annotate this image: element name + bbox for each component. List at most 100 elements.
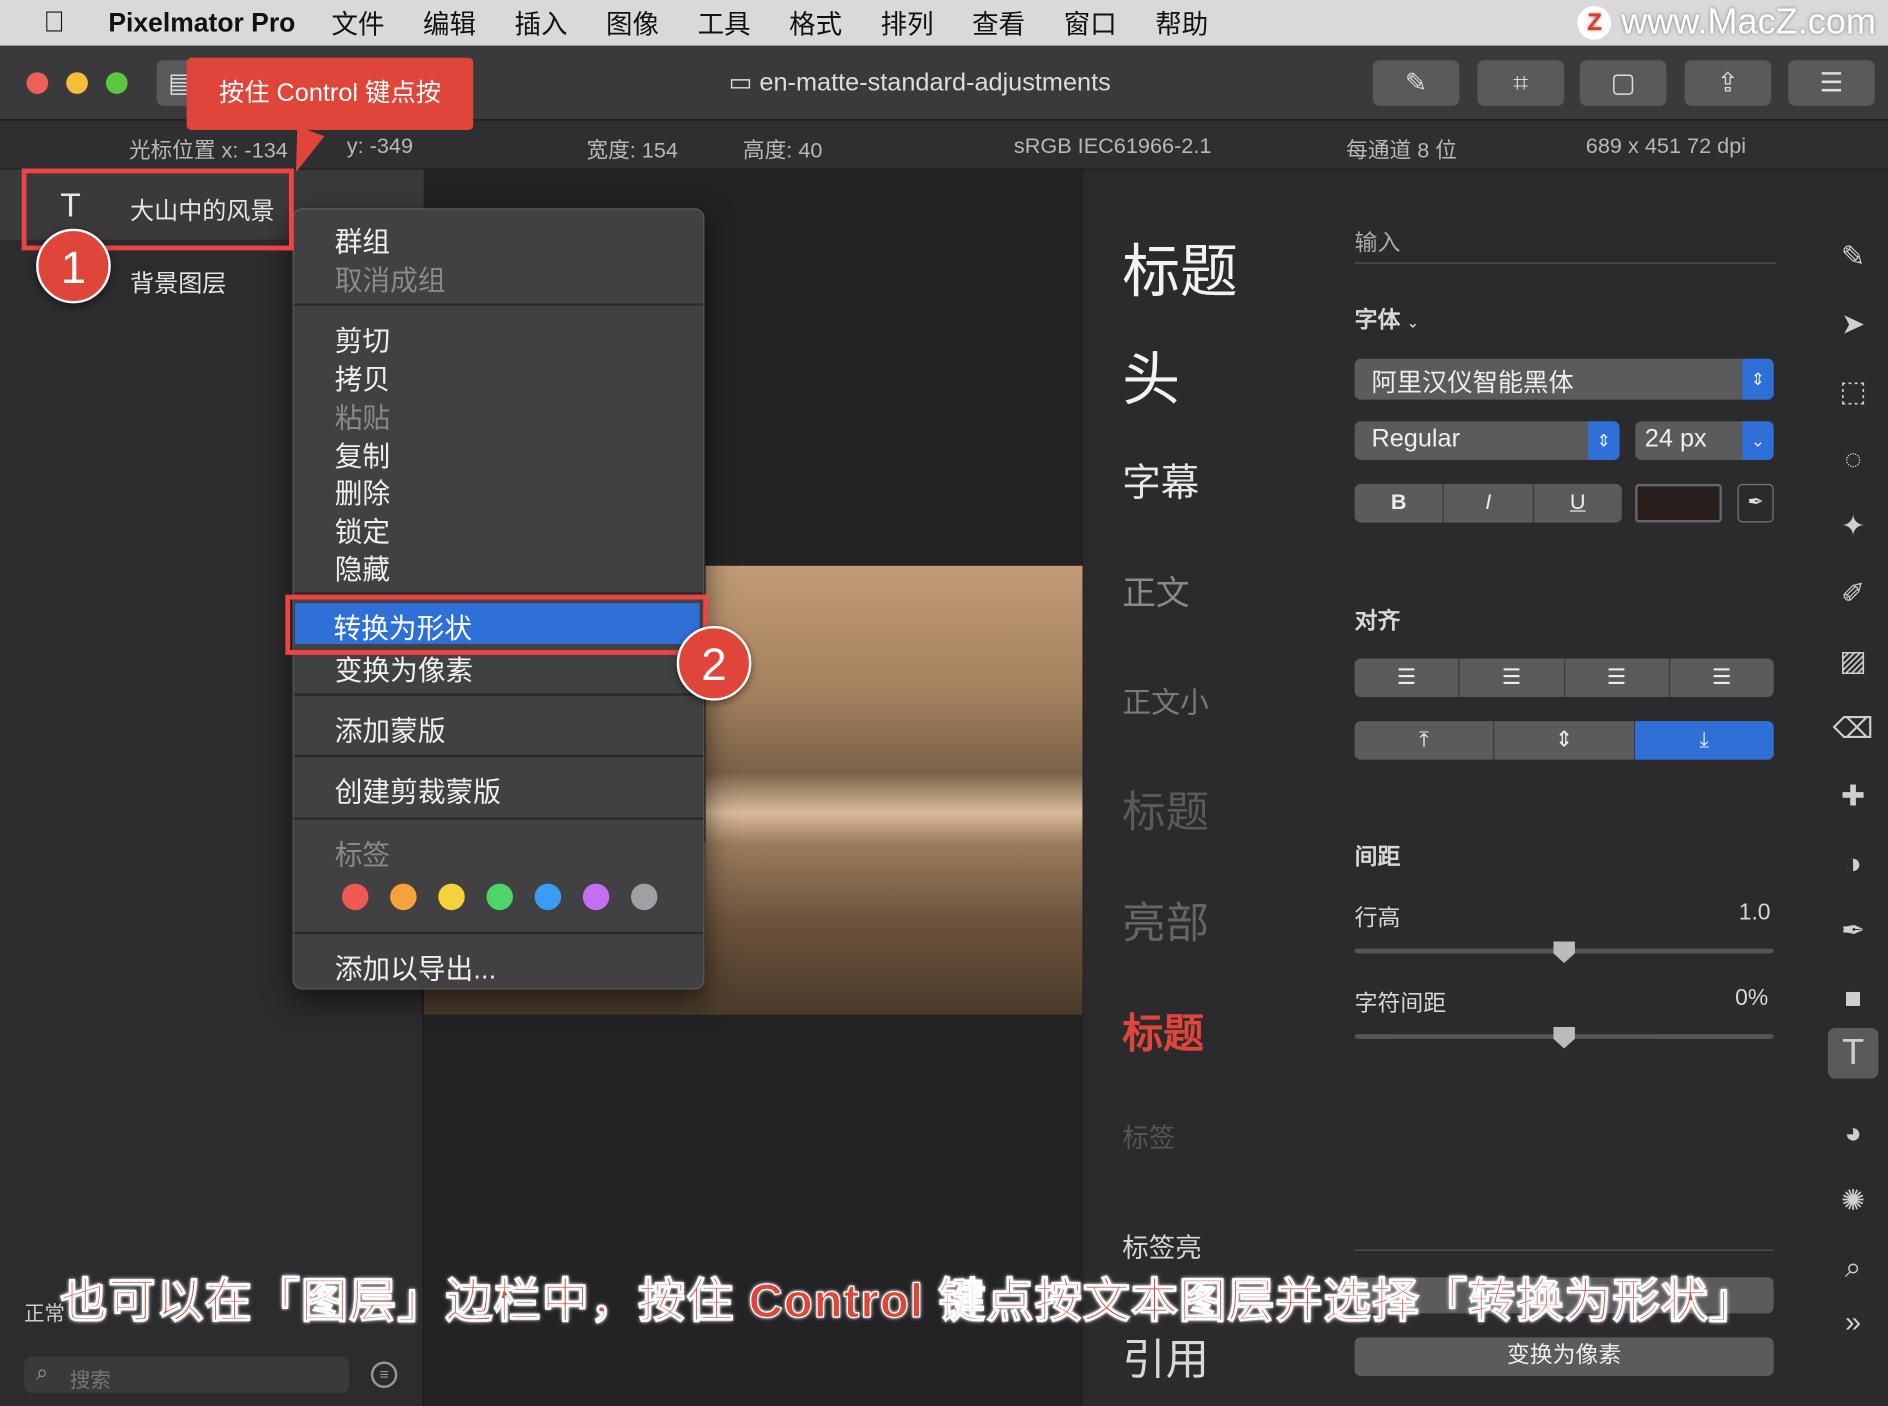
zoom-button[interactable] — [105, 72, 128, 94]
shape-icon[interactable]: ■ — [1828, 974, 1879, 1025]
style-label-light[interactable]: 标签亮 — [1122, 1227, 1201, 1266]
crop-button[interactable]: ⌗ — [1477, 60, 1565, 106]
zoom-icon[interactable]: ⌕ — [1828, 1244, 1879, 1295]
menu-file[interactable]: 文件 — [331, 4, 384, 43]
sliders-icon: ☰ — [1819, 67, 1844, 98]
menu-image[interactable]: 图像 — [606, 4, 659, 43]
watermark-text: www.MacZ.com — [1621, 2, 1876, 43]
menu-item-copy[interactable]: 拷贝 — [335, 356, 390, 397]
style-quote[interactable]: 引用 — [1122, 1325, 1209, 1388]
menu-item-cut[interactable]: 剪切 — [335, 318, 390, 359]
app-menu[interactable]: Pixelmator Pro — [108, 7, 295, 38]
line-height-slider-knob[interactable] — [1553, 941, 1575, 964]
rect-select-icon[interactable]: ⬚ — [1828, 367, 1879, 418]
menu-item-lock[interactable]: 锁定 — [335, 509, 390, 550]
eraser-icon[interactable]: ⌫ — [1828, 704, 1879, 755]
align-center-icon[interactable]: ☰ — [1460, 658, 1565, 698]
layer-width: 宽度: 154 — [586, 138, 678, 163]
menu-item-clipping-mask[interactable]: 创建剪裁蒙版 — [335, 769, 501, 810]
convert-to-pixels-button[interactable]: 变换为像素 — [1354, 1337, 1774, 1376]
distort-icon[interactable]: ✺ — [1828, 1176, 1879, 1227]
quick-select-icon[interactable]: ✦ — [1828, 502, 1879, 553]
close-button[interactable] — [26, 72, 49, 94]
style-brush-icon[interactable]: ✎ — [1828, 232, 1879, 283]
menu-arrange[interactable]: 排列 — [881, 4, 934, 43]
tag-orange[interactable] — [390, 883, 417, 911]
tag-red[interactable] — [341, 883, 369, 911]
menu-separator — [293, 693, 704, 696]
style-highlight[interactable]: 亮部 — [1122, 888, 1209, 951]
cursor-x: 光标位置 x: -134 — [128, 138, 288, 163]
tag-yellow[interactable] — [438, 883, 465, 911]
menu-format[interactable]: 格式 — [789, 4, 842, 43]
arrange-pointer-icon[interactable]: ➤ — [1828, 300, 1879, 351]
repair-icon[interactable]: ✚ — [1828, 772, 1879, 823]
menu-view[interactable]: 查看 — [972, 4, 1025, 43]
align-right-icon[interactable]: ☰ — [1565, 658, 1670, 698]
style-subtitle[interactable]: 字幕 — [1122, 453, 1199, 508]
char-spacing-slider-knob[interactable] — [1553, 1026, 1575, 1049]
tag-blue[interactable] — [534, 883, 562, 911]
font-weight-value: Regular — [1371, 424, 1461, 453]
align-left-icon[interactable]: ☰ — [1355, 658, 1460, 698]
style-title-red[interactable]: 标题 — [1122, 1000, 1204, 1059]
canvas-photo — [705, 565, 1083, 1015]
apple-icon[interactable]:  — [0, 6, 108, 40]
menu-insert[interactable]: 插入 — [515, 4, 568, 43]
style-body[interactable]: 正文 — [1122, 567, 1189, 615]
menu-edit[interactable]: 编辑 — [423, 4, 476, 43]
menu-window[interactable]: 窗口 — [1064, 4, 1117, 43]
menu-item-duplicate[interactable]: 复制 — [335, 433, 390, 474]
watermark: Zwww.MacZ.com — [1577, 2, 1876, 43]
font-weight-select[interactable]: Regular ⇕ — [1354, 421, 1620, 460]
tag-green[interactable] — [486, 883, 513, 911]
underline-button[interactable]: U — [1534, 484, 1622, 523]
italic-button[interactable]: I — [1444, 483, 1534, 523]
document-button[interactable]: ▢ — [1579, 60, 1667, 106]
format-brush-button[interactable]: ✎ — [1372, 60, 1460, 106]
menu-separator — [293, 754, 704, 758]
watermark-logo-icon: Z — [1577, 6, 1612, 40]
bold-button[interactable]: B — [1355, 483, 1445, 523]
align-bottom-icon[interactable]: ⤓ — [1634, 721, 1774, 760]
align-top-icon[interactable]: ⤒ — [1355, 721, 1495, 760]
menu-tools[interactable]: 工具 — [698, 4, 751, 43]
pen-icon[interactable]: ✒ — [1828, 906, 1879, 957]
style-title-dim[interactable]: 标题 — [1122, 778, 1209, 841]
menu-item-ungroup: 取消成组 — [334, 264, 446, 297]
menu-item-delete[interactable]: 删除 — [335, 471, 390, 512]
filter-icon[interactable]: ≡ — [370, 1361, 398, 1388]
align-middle-icon[interactable]: ⇕ — [1495, 721, 1635, 760]
menu-item-hide[interactable]: 隐藏 — [335, 547, 390, 588]
style-title[interactable]: 标题 — [1122, 224, 1238, 308]
menu-item-group[interactable]: 群组 — [335, 219, 390, 260]
paint-brush-icon[interactable]: ✐ — [1828, 569, 1879, 620]
text-color-well[interactable] — [1635, 483, 1722, 523]
more-tools-icon[interactable]: » — [1828, 1298, 1879, 1349]
style-body-small[interactable]: 正文小 — [1122, 679, 1209, 721]
eyedropper-icon[interactable]: ✒ — [1737, 483, 1774, 523]
freeform-select-icon[interactable]: ◌ — [1828, 435, 1879, 486]
gradient-icon[interactable]: ▨ — [1828, 637, 1879, 688]
menu-item-add-mask[interactable]: 添加蒙版 — [335, 708, 446, 749]
font-label[interactable]: 字体 ⌄ — [1355, 302, 1419, 335]
adjust-button[interactable]: ☰ — [1788, 60, 1875, 106]
share-button[interactable]: ⇪ — [1684, 60, 1772, 106]
chevron-down-icon: ⌄ — [1406, 314, 1419, 332]
color-adjust-icon[interactable]: ◕ — [1828, 1109, 1879, 1160]
align-justify-icon[interactable]: ☰ — [1670, 658, 1774, 697]
font-family-select[interactable]: 阿里汉仪智能黑体 ⇕ — [1354, 358, 1774, 400]
clone-icon[interactable]: ◑ — [1828, 839, 1879, 890]
menu-help[interactable]: 帮助 — [1155, 4, 1208, 43]
font-size-select[interactable]: 24 px ⌄ — [1635, 421, 1774, 460]
style-label[interactable]: 标签 — [1122, 1117, 1175, 1156]
blend-mode-select[interactable]: 正常 — [24, 1296, 65, 1326]
style-heading[interactable]: 头 — [1122, 332, 1180, 416]
tag-gray[interactable] — [630, 883, 658, 911]
cursor-y: y: -349 — [346, 133, 414, 158]
menu-item-add-export[interactable]: 添加以导出... — [335, 946, 497, 987]
minimize-button[interactable] — [66, 72, 88, 94]
type-icon[interactable]: T — [1827, 1028, 1879, 1079]
tag-purple[interactable] — [582, 883, 610, 911]
layer-search-field[interactable]: ⌕ 搜索 — [24, 1356, 350, 1393]
